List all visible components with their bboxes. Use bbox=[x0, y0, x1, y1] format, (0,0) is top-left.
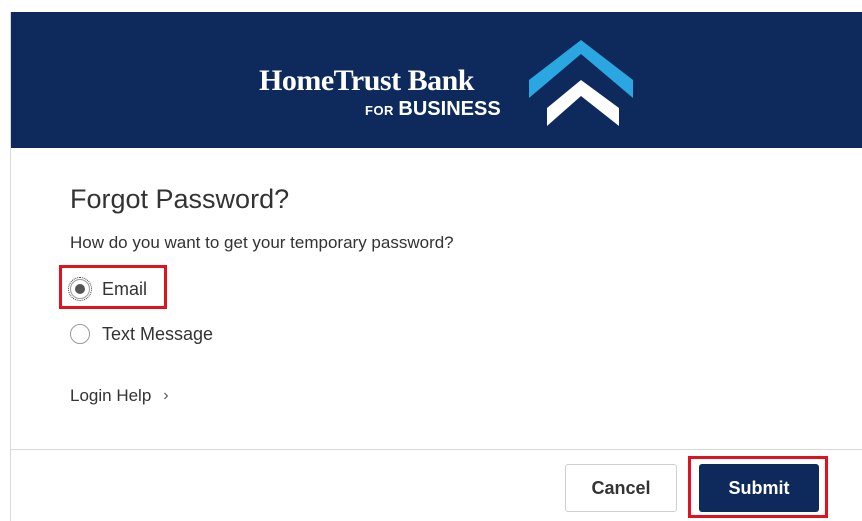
chevron-right-icon: › bbox=[163, 387, 169, 404]
email-radio[interactable] bbox=[68, 277, 92, 301]
brand-name: HomeTrust Bank bbox=[259, 64, 474, 97]
brand-subtitle-business: BUSINESS bbox=[398, 98, 501, 120]
text-message-radio-label[interactable]: Text Message bbox=[102, 324, 213, 345]
text-message-radio[interactable] bbox=[70, 324, 90, 344]
delivery-question: How do you want to get your temporary pa… bbox=[70, 233, 454, 252]
text-message-option[interactable]: Text Message bbox=[70, 321, 213, 347]
cancel-button[interactable]: Cancel bbox=[565, 464, 677, 512]
login-help-label[interactable]: Login Help bbox=[70, 386, 151, 406]
login-help-link[interactable]: Login Help › bbox=[70, 386, 169, 406]
page-title: Forgot Password? bbox=[70, 184, 290, 214]
brand-subtitle-for: FOR bbox=[365, 103, 394, 118]
email-option[interactable]: Email bbox=[68, 276, 147, 302]
submit-button[interactable]: Submit bbox=[699, 464, 819, 512]
hometrust-roof-logo-icon bbox=[529, 40, 633, 126]
forgot-password-panel: HomeTrust Bank FOR BUSINESS Forgot Passw… bbox=[10, 12, 862, 521]
email-radio-label[interactable]: Email bbox=[102, 279, 147, 300]
brand-subtitle: FOR BUSINESS bbox=[365, 98, 501, 121]
brand-banner: HomeTrust Bank FOR BUSINESS bbox=[11, 12, 862, 148]
footer-divider bbox=[11, 449, 862, 450]
